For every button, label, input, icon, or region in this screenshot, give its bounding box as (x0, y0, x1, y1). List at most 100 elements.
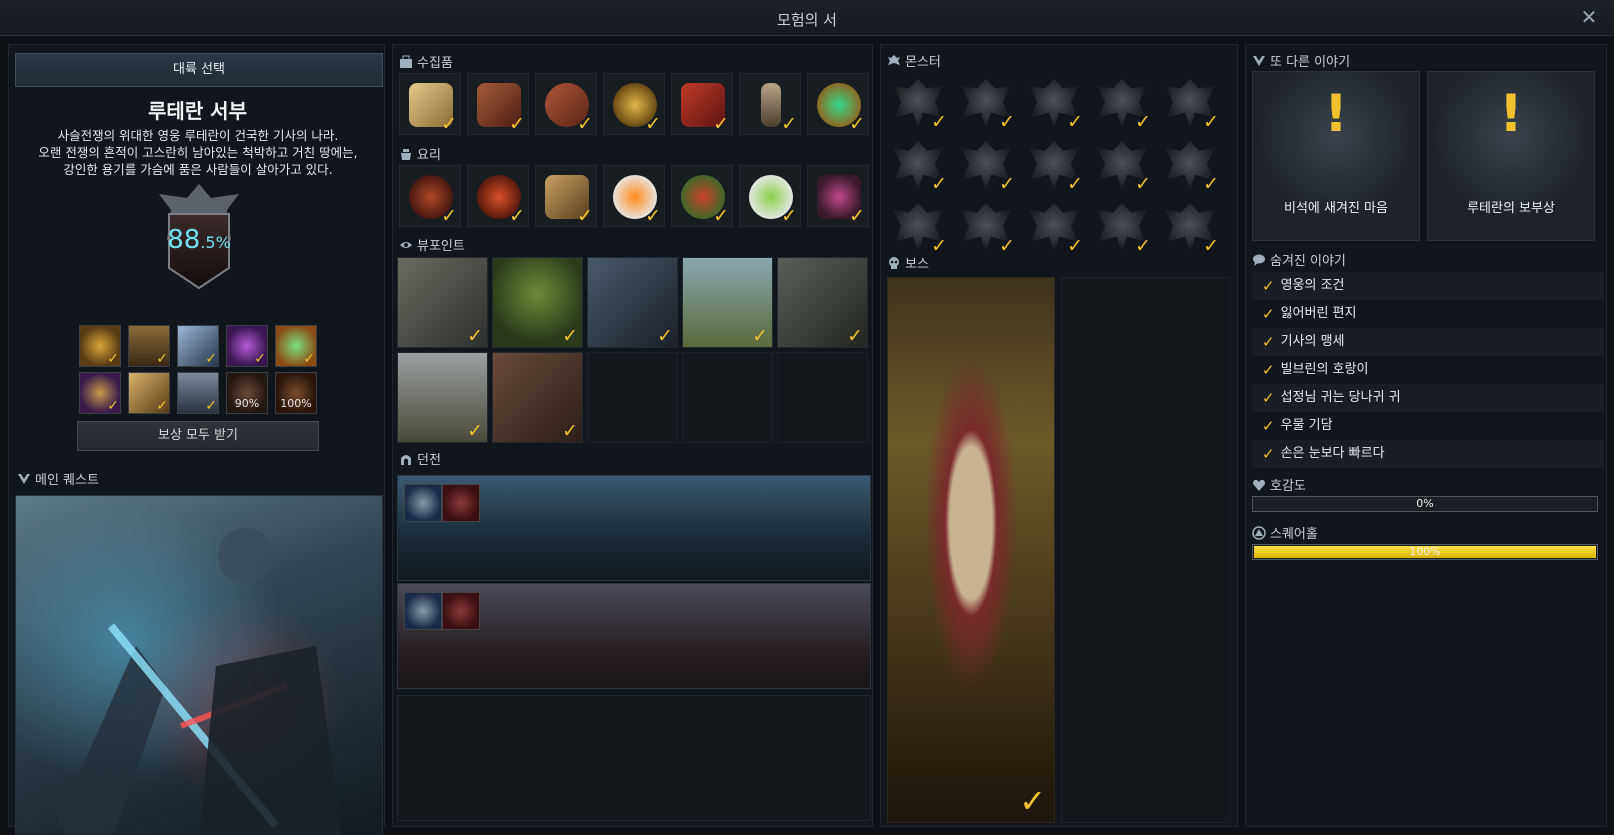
hidden-story-item[interactable]: ✓ 빌브린의 호랑이 (1252, 356, 1604, 384)
check-icon: ✓ (931, 173, 947, 195)
reward-percent: 90% (234, 397, 260, 410)
food-potion-icon[interactable]: ✓ (807, 165, 869, 227)
hidden-story-title: 빌브린의 호랑이 (1280, 362, 1369, 377)
monster-icon[interactable]: ✓ (1159, 75, 1221, 133)
story-card-2[interactable]: ! 루테란의 보부상 (1427, 71, 1595, 241)
collectible-pocket-watch-icon[interactable]: ✓ (603, 73, 665, 135)
map-scroll-icon[interactable]: ✓ (128, 372, 170, 414)
check-icon: ✓ (156, 398, 168, 414)
hidden-story-item[interactable]: ✓ 영웅의 조건 (1252, 272, 1604, 300)
brown-item-icon[interactable]: 90% (226, 372, 268, 414)
boss-label: 보스 (905, 257, 929, 272)
heart-icon (1253, 479, 1265, 491)
story-card-1[interactable]: ! 비석에 새겨진 마음 (1252, 71, 1420, 241)
monster-icon[interactable]: ✓ (955, 75, 1017, 133)
feather-icon[interactable]: ✓ (177, 325, 219, 367)
hidden-story-item[interactable]: ✓ 손은 눈보다 빠르다 (1252, 440, 1604, 468)
food-omelet-icon[interactable]: ✓ (603, 165, 665, 227)
check-icon: ✓ (645, 113, 661, 135)
monster-icon[interactable]: ✓ (1091, 137, 1153, 195)
purple-potion-icon[interactable]: ✓ (226, 325, 268, 367)
viewpoint-tree[interactable]: ✓ (492, 257, 583, 348)
collectible-emerald-ring-icon[interactable]: ✓ (807, 73, 869, 135)
monster-icon[interactable]: ✓ (887, 75, 949, 133)
dungeon-hard-icon (442, 484, 480, 522)
hidden-story-item[interactable]: ✓ 섭정님 귀는 당나귀 귀 (1252, 384, 1604, 412)
viewpoint-valley[interactable]: ✓ (682, 257, 773, 348)
treasure-chest-icon[interactable]: ✓ (128, 325, 170, 367)
hidden-story-item[interactable]: ✓ 기사의 맹세 (1252, 328, 1604, 356)
viewpoint-town-night[interactable]: ✓ (587, 257, 678, 348)
hidden-story-list: ✓ 영웅의 조건 ✓ 잃어버린 편지 ✓ 기사의 맹세 ✓ 빌브린의 호랑이 ✓ 섭정님 … (1252, 272, 1604, 468)
collectible-tome-icon[interactable]: ✓ (671, 73, 733, 135)
food-salad-icon[interactable]: ✓ (739, 165, 801, 227)
check-icon: ✓ (156, 351, 168, 367)
viewpoint-header: 뷰포인트 (399, 235, 465, 254)
viewpoint-ruins[interactable]: ✓ (777, 257, 868, 348)
food-stew-icon[interactable]: ✓ (467, 165, 529, 227)
dungeon-card-1[interactable] (397, 475, 871, 581)
monster-icon (888, 54, 900, 65)
check-icon: ✓ (999, 235, 1015, 257)
monster-label: 몬스터 (905, 55, 941, 70)
check-icon: ✓ (1262, 333, 1275, 351)
collectibles-row: ✓ ✓ ✓ ✓ ✓ ✓ ✓ (399, 73, 869, 135)
silver-chest-icon[interactable]: ✓ (177, 372, 219, 414)
viewpoint-obelisk[interactable]: ✓ (397, 352, 488, 443)
check-icon: ✓ (303, 351, 315, 367)
food-sack-icon[interactable]: ✓ (535, 165, 597, 227)
collectibles-icon (400, 55, 412, 68)
monster-icon[interactable]: ✓ (887, 137, 949, 195)
monster-icon[interactable]: ✓ (1091, 75, 1153, 133)
check-icon: ✓ (752, 325, 768, 347)
check-icon: ✓ (509, 205, 525, 227)
close-icon[interactable]: ✕ (1578, 6, 1600, 28)
region-name: 루테란 서부 (148, 99, 247, 123)
brown-potion-icon[interactable]: 100% (275, 372, 317, 414)
hidden-story-item[interactable]: ✓ 잃어버린 편지 (1252, 300, 1604, 328)
hidden-story-item[interactable]: ✓ 우물 기담 (1252, 412, 1604, 440)
collectible-book-icon[interactable]: ✓ (467, 73, 529, 135)
viewpoint-village[interactable]: ✓ (492, 352, 583, 443)
check-icon: ✓ (1067, 235, 1083, 257)
monster-icon[interactable]: ✓ (1091, 199, 1153, 257)
monster-header: 몬스터 (887, 51, 941, 70)
square-hole-bar: 100% (1252, 544, 1598, 560)
monster-icon[interactable]: ✓ (1159, 199, 1221, 257)
monster-icon[interactable]: ✓ (1023, 199, 1085, 257)
monster-icon[interactable]: ✓ (955, 137, 1017, 195)
story-card-label: 루테란의 보부상 (1467, 201, 1555, 216)
boss-portrait[interactable]: ✓ (887, 277, 1055, 823)
check-icon: ✓ (107, 351, 119, 367)
continent-select-button[interactable]: 대륙 선택 (15, 53, 383, 87)
region-description: 사슬전쟁의 위대한 영웅 루테란이 건국한 기사의 나라. 오랜 전쟁의 흔적이… (38, 128, 358, 177)
gold-coin-icon[interactable]: ✓ (79, 325, 121, 367)
pouch-icon[interactable]: ✓ (79, 372, 121, 414)
monster-icon[interactable]: ✓ (1023, 75, 1085, 133)
viewpoint-castle[interactable]: ✓ (397, 257, 488, 348)
collectible-cloth-icon[interactable]: ✓ (535, 73, 597, 135)
check-icon: ✓ (645, 205, 661, 227)
collectible-scroll-icon[interactable]: ✓ (399, 73, 461, 135)
hidden-story-title: 기사의 맹세 (1280, 334, 1345, 349)
monster-icon[interactable]: ✓ (887, 199, 949, 257)
hidden-story-title: 우물 기담 (1280, 418, 1333, 433)
completion-int: 88 (167, 225, 201, 255)
monster-icon[interactable]: ✓ (955, 199, 1017, 257)
story-icon (1253, 55, 1265, 66)
claim-all-rewards-button[interactable]: 보상 모두 받기 (77, 421, 319, 451)
food-skewer-icon[interactable]: ✓ (671, 165, 733, 227)
cooking-icon (401, 148, 411, 160)
collectible-statue-icon[interactable]: ✓ (739, 73, 801, 135)
monster-icon[interactable]: ✓ (1159, 137, 1221, 195)
main-quest-header: 메인 퀘스트 (17, 469, 99, 488)
completion-dec: .5% (200, 233, 231, 252)
boss-locked-slot (1061, 277, 1231, 823)
green-potion-icon[interactable]: ✓ (275, 325, 317, 367)
food-steak-icon[interactable]: ✓ (399, 165, 461, 227)
dungeon-card-2[interactable] (397, 583, 871, 689)
another-story-label: 또 다른 이야기 (1270, 55, 1351, 70)
check-icon: ✓ (1019, 782, 1046, 820)
monster-icon[interactable]: ✓ (1023, 137, 1085, 195)
main-quest-artwork[interactable] (15, 495, 383, 835)
